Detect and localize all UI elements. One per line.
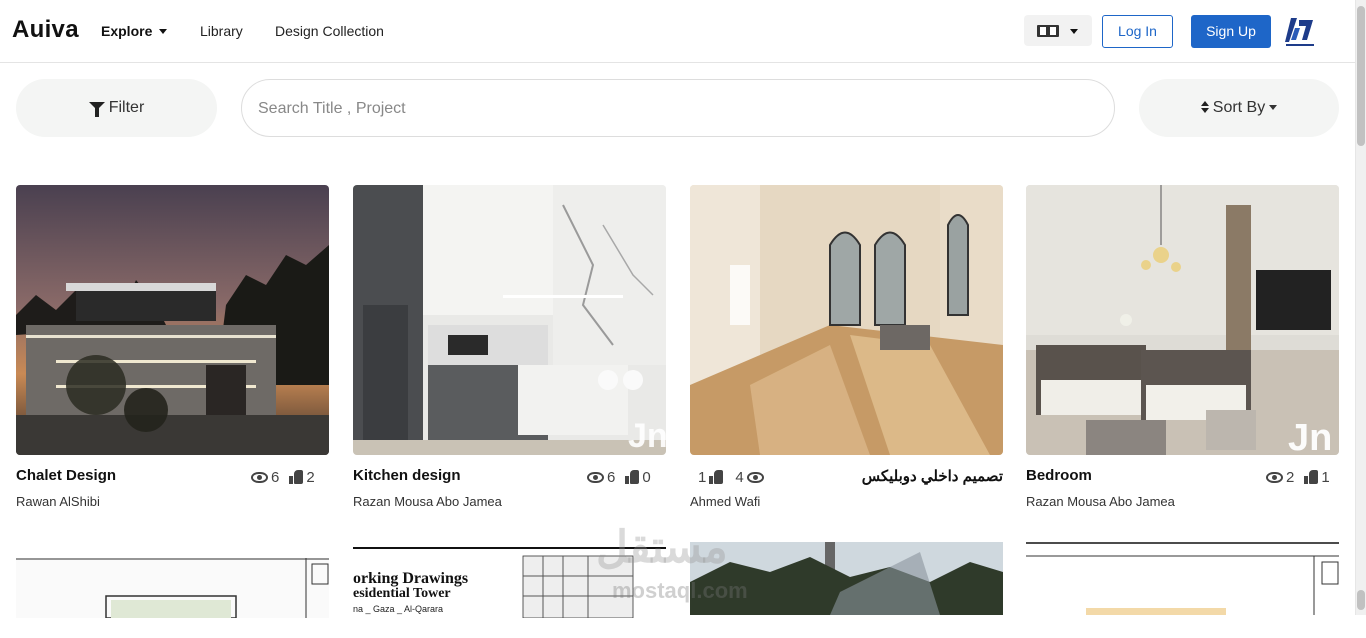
like-count: 1 <box>698 469 707 486</box>
project-thumbnail[interactable] <box>690 185 1003 455</box>
project-thumbnail-partial[interactable] <box>1026 542 1339 622</box>
sort-icon <box>1200 101 1209 113</box>
project-author[interactable]: Ahmed Wafi <box>690 494 760 509</box>
scrollbar-thumb-lower <box>1357 590 1365 610</box>
nav-library-link[interactable]: Library <box>200 23 243 39</box>
search-input[interactable] <box>258 97 1078 121</box>
nav-explore-label: Explore <box>101 23 153 39</box>
filter-icon <box>88 102 105 117</box>
watermark-text: مستقل <box>596 523 728 572</box>
project-thumbnail[interactable] <box>16 185 329 455</box>
view-count: 6 <box>607 469 616 486</box>
top-navigation-bar: Auiva Explore Library Design Collection … <box>0 0 1355 63</box>
search-bar[interactable] <box>241 79 1115 137</box>
nav-explore-dropdown[interactable]: Explore <box>101 23 168 39</box>
project-stats: 62 <box>251 469 315 486</box>
project-title[interactable]: Chalet Design <box>16 467 116 484</box>
eye-icon <box>251 472 268 483</box>
login-button[interactable]: Log In <box>1102 15 1173 48</box>
chevron-down-icon <box>159 29 168 34</box>
page-scrollbar[interactable] <box>1355 0 1366 615</box>
like-count: 2 <box>306 469 315 486</box>
project-author[interactable]: Razan Mousa Abo Jamea <box>353 494 502 509</box>
project-thumbnail[interactable]: Jn <box>1026 185 1339 455</box>
like-count: 0 <box>642 469 651 486</box>
language-switcher[interactable] <box>1024 15 1092 46</box>
project-thumbnail-partial[interactable] <box>16 558 329 638</box>
company-logo-icon[interactable] <box>1283 14 1317 48</box>
chevron-down-icon <box>1070 29 1078 34</box>
sort-by-dropdown[interactable]: Sort By <box>1139 79 1339 137</box>
view-count: 6 <box>271 469 280 486</box>
chevron-down-icon <box>1269 105 1278 110</box>
project-card[interactable]: Chalet Design 62 Rawan AlShibi <box>16 185 329 509</box>
filter-label: Filter <box>108 99 145 116</box>
project-thumbnail[interactable]: Jn <box>353 185 666 455</box>
view-count: 2 <box>1286 469 1295 486</box>
eye-icon <box>587 472 604 483</box>
nav-design-collection-link[interactable]: Design Collection <box>275 23 384 39</box>
filter-button[interactable]: Filter <box>16 79 217 137</box>
project-author[interactable]: Razan Mousa Abo Jamea <box>1026 494 1175 509</box>
project-stats: 21 <box>1266 469 1330 486</box>
like-count: 1 <box>1321 469 1330 486</box>
drawing-subheading: esidential Tower <box>353 586 451 601</box>
watermark-url: mostaql.com <box>612 578 748 603</box>
scrollbar-thumb[interactable] <box>1357 6 1365 146</box>
eye-icon <box>1266 472 1283 483</box>
project-stats: 60 <box>587 469 651 486</box>
project-card[interactable]: Jn Kitchen design 60 Razan Mousa Abo Jam… <box>353 185 666 509</box>
project-title[interactable]: Kitchen design <box>353 467 461 484</box>
sort-label: Sort By <box>1212 99 1266 116</box>
thumbs-up-icon[interactable] <box>625 470 640 484</box>
thumbs-up-icon[interactable] <box>1304 470 1319 484</box>
project-stats: 14 <box>698 469 764 486</box>
eye-icon <box>746 472 764 483</box>
svg-text:Jn: Jn <box>1288 417 1332 455</box>
thumbs-up-icon[interactable] <box>709 470 724 484</box>
svg-text:Jn: Jn <box>628 417 666 455</box>
project-card[interactable]: Jn Bedroom 21 Razan Mousa Abo Jamea <box>1026 185 1339 509</box>
brand-logo-text[interactable]: Auiva <box>12 16 79 44</box>
signup-button[interactable]: Sign Up <box>1191 15 1271 48</box>
project-title[interactable]: تصميم داخلي دوبليكس <box>862 467 1003 485</box>
drawing-caption: na _ Gaza _ Al-Qarara <box>353 604 444 614</box>
project-author[interactable]: Rawan AlShibi <box>16 494 100 509</box>
project-card[interactable]: 14 تصميم داخلي دوبليكس Ahmed Wafi <box>690 185 1003 509</box>
view-count: 4 <box>735 469 744 486</box>
thumbs-up-icon[interactable] <box>289 470 304 484</box>
translate-icon <box>1037 25 1059 37</box>
project-title[interactable]: Bedroom <box>1026 467 1092 484</box>
